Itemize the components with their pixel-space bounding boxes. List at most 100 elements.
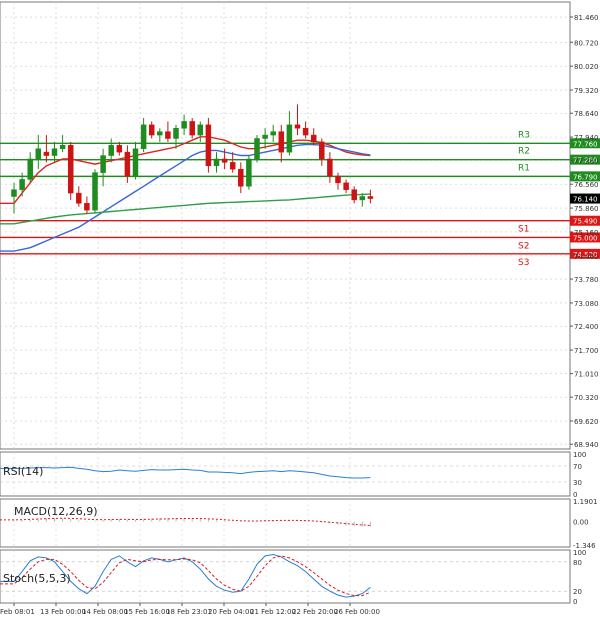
candle-body — [335, 175, 341, 184]
candle-body — [100, 155, 106, 173]
macd-tick-label: 1.1901 — [573, 498, 598, 506]
candle-body — [351, 189, 357, 201]
rsi-panel: RSI(14)10070300 — [0, 451, 586, 499]
main-price-panel — [0, 1, 571, 450]
candle-body — [108, 145, 114, 156]
candle-body — [221, 158, 228, 163]
candle-body — [51, 148, 58, 156]
time-tick-label: 13 Feb 00:00 — [40, 608, 86, 616]
time-tick-label: 18 Feb 23:01 — [166, 608, 212, 616]
level-price-label: 76.790 — [573, 173, 598, 181]
candle-body — [84, 203, 90, 211]
price-tick-label: 71.700 — [574, 347, 599, 355]
candle-body — [229, 162, 236, 170]
rsi-label: RSI(14) — [3, 465, 43, 478]
price-tick-label: 75.160 — [574, 229, 599, 237]
candle-body — [278, 131, 285, 153]
main-panel-frame — [0, 1, 571, 450]
candle-body — [213, 158, 220, 167]
chart-area: R377.760R277.280R176.790S175.490S275.000… — [0, 1, 600, 616]
candle-body — [173, 128, 179, 139]
candle-body — [116, 145, 123, 153]
current-price-label: 76.140 — [573, 196, 598, 204]
level-name-s2: S2 — [518, 241, 529, 251]
candle-body — [246, 158, 252, 187]
stochastic-label: Stoch(5,5,3) — [3, 572, 71, 585]
time-tick-label: 20 Feb 04:00 — [208, 608, 254, 616]
price-tick-label: 69.620 — [574, 418, 599, 426]
stochastic-tick-label: 100 — [573, 549, 586, 557]
candle-body — [319, 141, 325, 160]
macd-tick-label: 0.00 — [573, 519, 589, 527]
candle-body — [367, 196, 374, 199]
price-tick-label: 68.940 — [574, 441, 599, 449]
price-tick-label: 72.400 — [574, 323, 599, 331]
candle-body — [197, 124, 204, 136]
price-tick-label: 78.640 — [574, 110, 599, 118]
time-axis: Feb 08:01 13 Feb 00:0014 Feb 08:0015 Feb … — [0, 603, 380, 616]
price-tick-label: 74.460 — [574, 253, 599, 261]
stochastic-tick-label: 0 — [573, 598, 577, 606]
candle-body — [76, 192, 82, 204]
level-price-label: 75.490 — [573, 218, 598, 226]
macd-panel: MACD(12,26,9)1.19010.00-1.346 — [0, 498, 598, 550]
stochastic-tick-label: 80 — [573, 559, 582, 567]
rsi-tick-label: 70 — [573, 463, 582, 471]
level-name-r1: R1 — [518, 163, 530, 173]
time-tick-label: Feb 08:01 — [0, 608, 35, 616]
candle-body — [67, 145, 74, 194]
stochastic-panel: Stoch(5,5,3) 100 80 20 0 — [0, 549, 586, 606]
price-tick-label: 77.260 — [574, 157, 599, 165]
candle-body — [27, 158, 33, 180]
price-tick-label: 80.720 — [574, 39, 599, 47]
price-tick-label: 80.020 — [574, 63, 599, 71]
candle-body — [92, 172, 98, 211]
candle-body — [132, 148, 139, 177]
candle-body — [238, 168, 244, 187]
price-tick-label: 73.080 — [574, 300, 599, 308]
candle-body — [148, 124, 155, 136]
candle-body — [254, 138, 260, 160]
candle-body — [140, 124, 147, 149]
candle-body — [157, 131, 163, 136]
candle-body — [43, 151, 50, 156]
candle-body — [59, 145, 66, 149]
candle-body — [262, 134, 268, 139]
candle-body — [11, 189, 17, 197]
stochastic-tick-label: 20 — [573, 588, 582, 596]
price-tick-label: 73.780 — [574, 276, 599, 284]
candle-body — [270, 131, 276, 136]
time-tick-label: 22 Feb 20:00 — [292, 608, 338, 616]
candle-body — [359, 196, 366, 201]
candle-body — [205, 124, 212, 167]
level-name-r3: R3 — [518, 130, 530, 140]
time-tick-label: 14 Feb 08:00 — [82, 608, 128, 616]
price-tick-label: 79.320 — [574, 87, 599, 95]
candle-body — [165, 131, 171, 139]
time-tick-label: 26 Feb 00:00 — [334, 608, 380, 616]
macd-label: MACD(12,26,9) — [14, 505, 98, 518]
candle-body — [35, 148, 42, 160]
candle-body — [343, 182, 349, 190]
level-name-r2: R2 — [518, 147, 530, 157]
level-name-s3: S3 — [518, 258, 529, 268]
candle-body — [181, 121, 187, 129]
candle-body — [294, 124, 301, 129]
rsi-tick-label: 30 — [573, 479, 582, 487]
price-tick-label: 71.010 — [574, 371, 599, 379]
candle-body — [310, 134, 317, 143]
stochastic-panel-frame — [0, 549, 571, 604]
candle-body — [19, 179, 25, 190]
candle-body — [327, 158, 333, 177]
rsi-tick-label: 100 — [573, 451, 586, 459]
time-tick-label: 21 Feb 12:00 — [250, 608, 296, 616]
price-tick-label: 81.460 — [574, 14, 599, 22]
candle-body — [189, 121, 195, 136]
candle-body — [302, 128, 309, 136]
price-tick-label: 77.940 — [574, 134, 599, 142]
price-tick-label: 70.320 — [574, 394, 599, 402]
candle-body — [286, 124, 293, 153]
candle-body — [124, 151, 131, 177]
price-tick-label: 75.860 — [574, 205, 599, 213]
level-name-s1: S1 — [518, 225, 529, 235]
